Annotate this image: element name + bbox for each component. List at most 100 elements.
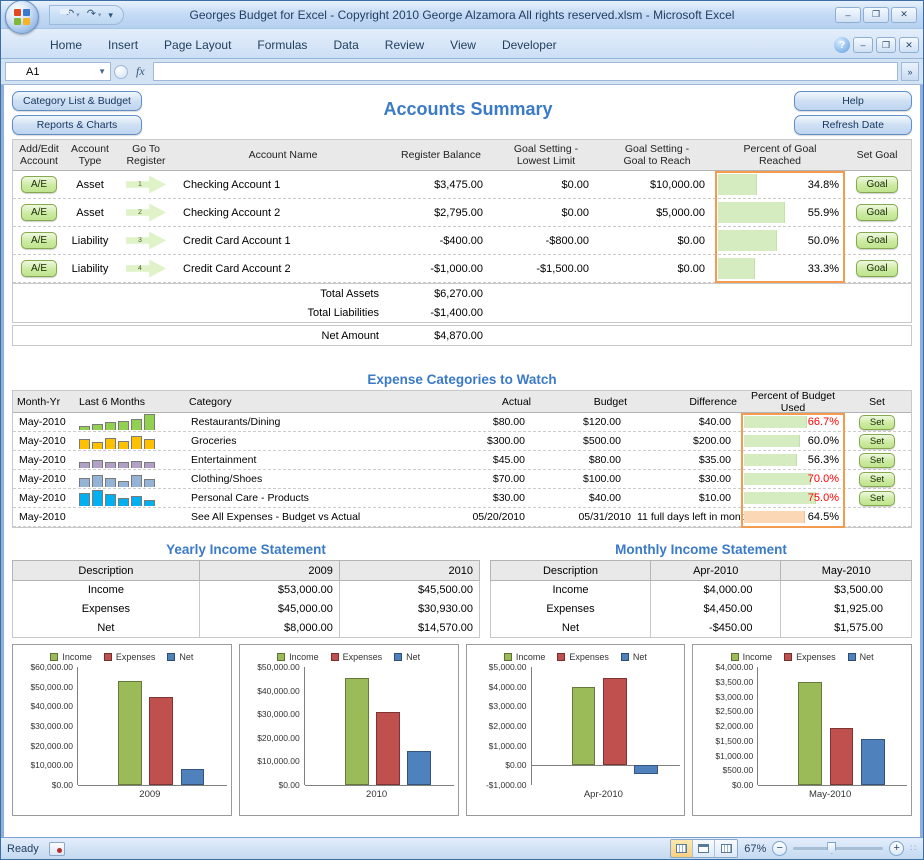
go-to-register-arrow[interactable]: 4 [126, 260, 166, 278]
reports-charts-button[interactable]: Reports & Charts [12, 115, 142, 135]
goal-to-reach: $0.00 [599, 227, 715, 254]
name-box-dropdown-icon[interactable]: ▼ [98, 67, 110, 76]
category-list-budget-button[interactable]: Category List & Budget [12, 91, 142, 111]
chart-category-label: 2010 [244, 789, 454, 800]
zoom-out-icon[interactable]: − [772, 841, 787, 856]
percent-value: 75.0% [808, 492, 839, 504]
value: $4,000.00 [650, 581, 781, 600]
redo-icon[interactable]: ↷ ▾ [85, 6, 104, 24]
yearly-income-statement: Yearly Income Statement Description 2009… [12, 542, 480, 638]
yearly-col-2009: 2009 [199, 561, 339, 581]
tab-formulas[interactable]: Formulas [244, 33, 320, 58]
percent-value: 55.9% [808, 207, 839, 219]
category: Clothing/Shoes [185, 470, 443, 488]
tab-insert[interactable]: Insert [95, 33, 151, 58]
legend-swatch-icon [167, 653, 175, 661]
month-yr: May-2010 [13, 451, 75, 469]
help-button[interactable]: Help [794, 91, 912, 111]
percent-budget-cell: 60.0% [741, 432, 845, 450]
account-name: Checking Account 2 [177, 199, 389, 226]
go-to-register-arrow[interactable]: 2 [126, 204, 166, 222]
set-button[interactable]: Set [859, 491, 895, 506]
row-label: Net [491, 619, 651, 638]
restore-button[interactable]: ❐ [863, 7, 889, 23]
chart-row: IncomeExpensesNet$60,000.00$50,000.00$40… [12, 644, 912, 816]
zoom-level[interactable]: 67% [744, 843, 766, 855]
percent-value: 50.0% [808, 235, 839, 247]
minimize-button[interactable]: – [835, 7, 861, 23]
tab-view[interactable]: View [437, 33, 489, 58]
go-to-register-arrow[interactable]: 3 [126, 232, 166, 250]
zoom-slider[interactable] [793, 847, 883, 850]
office-button[interactable] [5, 0, 39, 34]
tab-developer[interactable]: Developer [489, 33, 570, 58]
col-header-account-type: Account Type [65, 140, 115, 170]
percent-value: 34.8% [808, 179, 839, 191]
actual: $300.00 [443, 432, 535, 450]
tab-page-layout[interactable]: Page Layout [151, 33, 244, 58]
add-edit-button[interactable]: A/E [21, 204, 57, 221]
tab-home[interactable]: Home [37, 33, 95, 58]
zoom-in-icon[interactable]: + [889, 841, 904, 856]
actual: $80.00 [443, 413, 535, 431]
register-balance: -$400.00 [389, 227, 493, 254]
add-edit-button[interactable]: A/E [21, 232, 57, 249]
monthly-col-description: Description [491, 561, 651, 581]
zoom-slider-thumb[interactable] [827, 842, 836, 854]
formula-input[interactable] [153, 62, 898, 81]
set-button[interactable]: Set [859, 453, 895, 468]
col-header-account-name: Account Name [177, 140, 389, 170]
macro-record-icon[interactable] [49, 842, 65, 856]
title-bar: ↶ ▾ ↷ ▾ ▾ Georges Budget for Excel - Cop… [1, 1, 923, 29]
goal-button[interactable]: Goal [856, 176, 897, 193]
resize-grip[interactable]: ∷ [910, 843, 917, 854]
goal-button[interactable]: Goal [856, 260, 897, 277]
legend-swatch-icon [104, 653, 112, 661]
set-button[interactable]: Set [859, 472, 895, 487]
refresh-date-button[interactable]: Refresh Date [794, 115, 912, 135]
set-button[interactable]: Set [859, 434, 895, 449]
yearly-col-description: Description [13, 561, 200, 581]
percent-bar [744, 454, 797, 466]
expense-row: May-2010 Clothing/Shoes $70.00 $100.00 $… [13, 470, 911, 489]
add-edit-button[interactable]: A/E [21, 176, 57, 193]
insert-function-icon[interactable]: fx [131, 64, 150, 79]
set-button[interactable]: Set [859, 415, 895, 430]
monthly-col-may: May-2010 [781, 561, 912, 581]
tab-review[interactable]: Review [372, 33, 437, 58]
page-layout-view-button[interactable] [693, 840, 715, 857]
legend-swatch-icon [504, 653, 512, 661]
page-break-view-button[interactable] [715, 840, 737, 857]
normal-view-button[interactable] [671, 840, 693, 857]
budget: $40.00 [535, 489, 631, 507]
formula-bar-circle-icon [114, 65, 128, 79]
legend-swatch-icon [557, 653, 565, 661]
monthly-title: Monthly Income Statement [490, 542, 912, 557]
goal-to-reach: $10,000.00 [599, 171, 715, 198]
lowest-limit: $0.00 [493, 171, 599, 198]
percent-goal-cell: 33.3% [715, 255, 845, 282]
formula-bar-row: A1▼ fx » [1, 59, 923, 85]
days-left-note: 11 full days left in month [631, 508, 741, 526]
tab-data[interactable]: Data [320, 33, 371, 58]
go-to-register-arrow[interactable]: 1 [126, 176, 166, 194]
workbook-close-button[interactable]: ✕ [899, 37, 919, 53]
help-icon[interactable]: ? [834, 37, 850, 53]
goal-button[interactable]: Goal [856, 204, 897, 221]
workbook-minimize-button[interactable]: – [853, 37, 873, 53]
workbook-restore-button[interactable]: ❐ [876, 37, 896, 53]
total-liabilities-value: -$1,400.00 [389, 303, 493, 322]
add-edit-button[interactable]: A/E [21, 260, 57, 277]
summary-category-link[interactable]: See All Expenses - Budget vs Actual [185, 508, 443, 526]
percent-bar [744, 492, 816, 504]
month-yr: May-2010 [13, 508, 75, 526]
goal-button[interactable]: Goal [856, 232, 897, 249]
account-name: Checking Account 1 [177, 171, 389, 198]
formula-bar-expand-icon[interactable]: » [901, 62, 919, 81]
close-button[interactable]: ✕ [891, 7, 917, 23]
qat-customize-icon[interactable]: ▾ [106, 7, 115, 23]
col-header-budget: Budget [535, 391, 631, 412]
account-type: Asset [65, 171, 115, 198]
name-box[interactable]: A1▼ [5, 62, 111, 81]
expense-row: May-2010 Personal Care - Products $30.00… [13, 489, 911, 508]
